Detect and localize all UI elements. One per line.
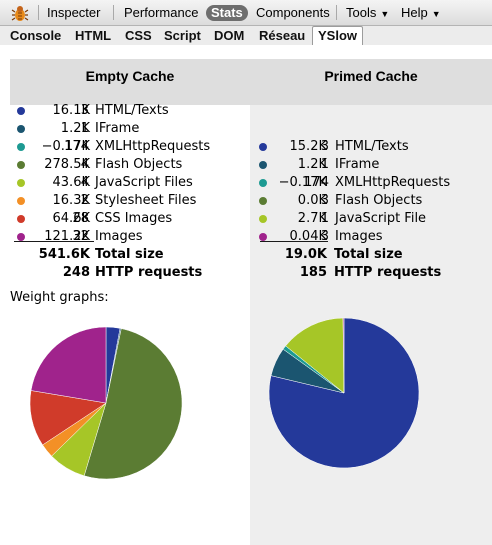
legend-swatch <box>17 125 25 133</box>
component-type-label: HTML/Texts <box>335 139 409 154</box>
performance-button[interactable]: Performance <box>124 5 198 21</box>
empty-cache-row-html-texts: 16.1K 3 HTML/Texts <box>0 102 492 120</box>
component-type-label: XMLHttpRequests <box>335 175 451 190</box>
primed-cache-header: Primed Cache <box>250 59 492 105</box>
primed-cache-row-xmlhttprequests: −0.17K 174 XMLHttpRequests <box>0 174 492 192</box>
primed-cache-title: Primed Cache <box>324 68 418 84</box>
empty-cache-title: Empty Cache <box>85 68 175 84</box>
legend-swatch <box>17 107 25 115</box>
component-type-label: IFrame <box>95 121 140 136</box>
request-count: 3 <box>320 193 329 208</box>
primed-cache-pie-chart <box>268 317 420 469</box>
primed-cache-row-flash-objects: 0.0K 3 Flash Objects <box>0 192 492 210</box>
component-type-label: HTML/Texts <box>95 103 169 118</box>
empty-cache-pie-chart <box>29 326 183 480</box>
tab-script[interactable]: Script <box>164 28 201 44</box>
firebug-icon[interactable] <box>11 4 29 22</box>
request-count: 3 <box>320 139 329 154</box>
stats-button[interactable]: Stats <box>206 5 248 21</box>
chevron-down-icon: ▼ <box>380 9 390 19</box>
tab-dom[interactable]: DOM <box>214 28 244 44</box>
tab-css[interactable]: CSS <box>125 28 152 44</box>
toolbar-separator <box>38 5 39 20</box>
component-type-label: Flash Objects <box>335 193 423 208</box>
total-divider <box>14 241 94 242</box>
request-count: 3 <box>80 103 89 118</box>
request-count: 3 <box>320 229 329 244</box>
panel-tabs: Console HTML CSS Script DOM Réseau YSlow <box>0 26 492 47</box>
tools-menu-label: Tools <box>346 5 377 20</box>
help-menu[interactable]: Help ▼ <box>401 5 441 22</box>
component-type-label: Images <box>335 229 383 244</box>
request-count: 1 <box>80 121 89 136</box>
empty-cache-pie-slice-images <box>30 326 107 404</box>
primed-cache-row-javascript-file: 2.7K 1 JavaScript File <box>0 210 492 228</box>
component-type-label: IFrame <box>335 157 380 172</box>
weight-graphs-label: Weight graphs: <box>10 290 109 305</box>
request-count: 1 <box>320 211 329 226</box>
tab-yslow[interactable]: YSlow <box>312 26 364 47</box>
help-menu-label: Help <box>401 5 428 20</box>
toolbar-separator <box>113 5 114 20</box>
request-count: 174 <box>304 175 329 190</box>
http-requests-label: HTTP requests <box>334 265 442 280</box>
toolbar-separator <box>336 5 337 20</box>
tab-html[interactable]: HTML <box>75 28 111 44</box>
empty-cache-row-iframe: 1.2K 1 IFrame <box>0 120 492 138</box>
primed-cache-row-iframe: 1.2K 1 IFrame <box>0 156 492 174</box>
total-divider <box>260 241 328 242</box>
primed-http-requests: 185 <box>299 265 327 280</box>
chevron-down-icon: ▼ <box>431 9 441 19</box>
component-type-label: JavaScript File <box>335 211 427 226</box>
primed-cache-row-images: 0.04K 3 Images <box>0 228 492 246</box>
yslow-stats-panel: Empty Cache Primed Cache 16.1K 3 HTML/Text… <box>0 45 492 545</box>
request-count: 1 <box>320 157 329 172</box>
primed-total-size-row: 19.0K Total size <box>0 246 492 264</box>
firebug-toolbar: Inspecter Performance Stats Components T… <box>0 0 492 26</box>
primed-http-requests-row: 185 HTTP requests <box>0 264 492 282</box>
primed-cache-row-html-texts: 15.2K 3 HTML/Texts <box>0 138 492 156</box>
tab-console[interactable]: Console <box>10 28 61 44</box>
primed-total-size: 19.0K <box>284 247 327 262</box>
total-size-label: Total size <box>334 247 403 262</box>
inspecter-button[interactable]: Inspecter <box>47 5 100 21</box>
components-button[interactable]: Components <box>256 5 330 21</box>
tools-menu[interactable]: Tools ▼ <box>346 5 389 22</box>
tab-reseau[interactable]: Réseau <box>259 28 305 44</box>
empty-cache-header: Empty Cache <box>10 59 250 105</box>
